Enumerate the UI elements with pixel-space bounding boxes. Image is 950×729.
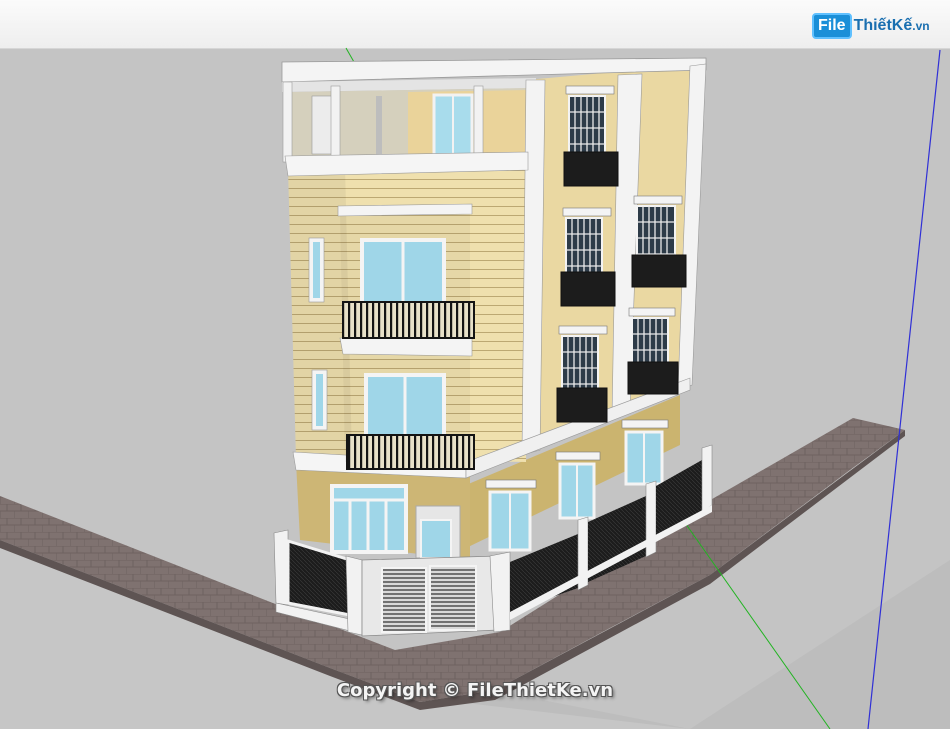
logo-text: ThiếtKế: [853, 17, 913, 34]
balcony-railing: [342, 301, 475, 339]
green-axis-line-top: [345, 47, 355, 63]
logo-badge: File: [812, 13, 852, 39]
copyright-watermark: Copyright © FileThietKe.vn: [336, 680, 614, 701]
glass-door-upper: [360, 238, 446, 308]
model-scene[interactable]: [0, 0, 950, 729]
balcony-railing: [346, 434, 475, 470]
gate-louver: [381, 567, 427, 633]
glass-door-lower: [364, 373, 446, 443]
building-model[interactable]: [281, 57, 707, 560]
file-thiet-ke-logo: File ThiếtKế .vn: [812, 12, 930, 40]
logo-suffix: .vn: [912, 19, 930, 33]
viewport[interactable]: File ThiếtKế .vn Copyright © FileThietKe…: [0, 0, 950, 729]
gate-louver: [429, 565, 477, 631]
